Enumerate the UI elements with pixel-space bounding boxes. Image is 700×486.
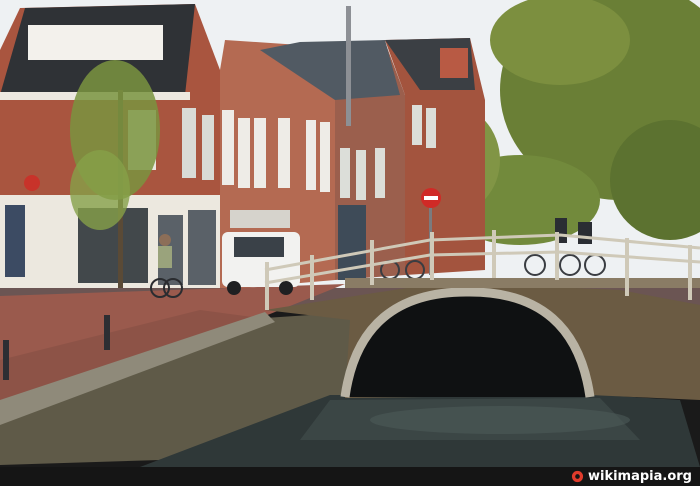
wikimapia-logo-icon — [571, 470, 584, 483]
photo-illustration — [0, 0, 700, 467]
watermark-bar: wikimapia.org — [0, 467, 700, 486]
canal-bridge-photo — [0, 0, 700, 467]
watermark: wikimapia.org — [571, 468, 692, 485]
white-van — [222, 232, 300, 295]
watermark-text: wikimapia.org — [587, 469, 692, 484]
